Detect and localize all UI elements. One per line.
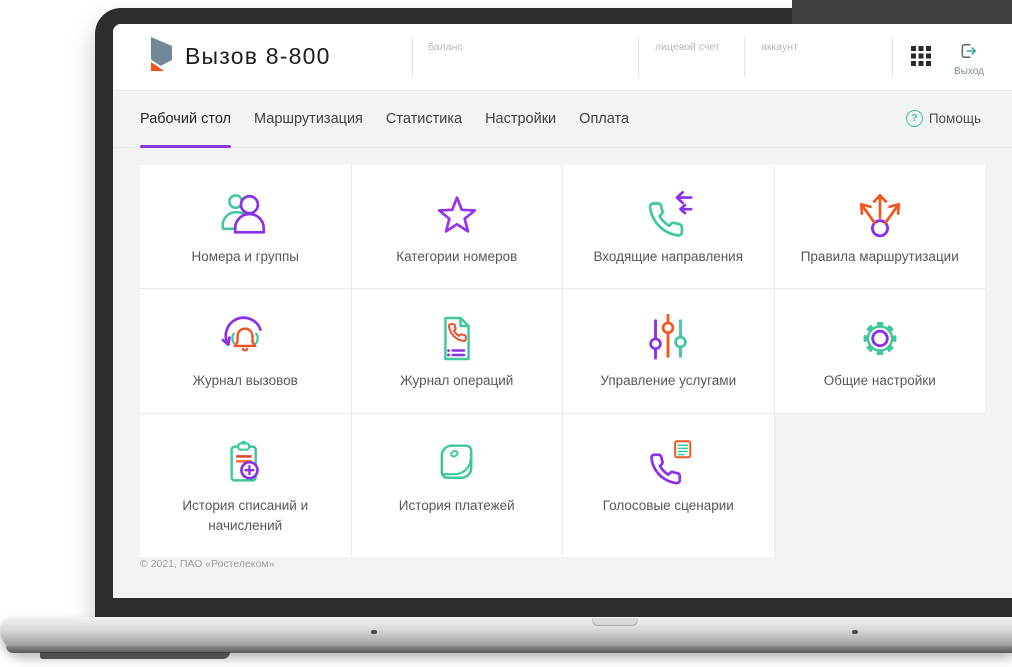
tile-voice-scenarios[interactable]: Голосовые сценарии	[563, 414, 774, 557]
tab-dashboard[interactable]: Рабочий стол	[140, 90, 232, 148]
tile-label: Категории номеров	[396, 249, 518, 264]
routing-arrows-icon	[859, 194, 900, 238]
tab-routing[interactable]: Маршрутизация	[254, 90, 363, 147]
dashboard-tile-grid: Номера и группы Категории номеров Входящ…	[140, 165, 985, 557]
tab-statistics[interactable]: Статистика	[386, 90, 462, 147]
balance-field-label: баланс	[428, 41, 463, 53]
settings-gear-icon	[863, 322, 897, 355]
tile-service-management[interactable]: Управление услугами	[563, 289, 774, 413]
users-icon	[221, 194, 266, 234]
apps-grid-icon[interactable]	[911, 46, 931, 66]
tile-label: История списаний и начислений	[182, 498, 309, 534]
help-icon: ?	[905, 110, 923, 127]
tile-empty-cell	[774, 414, 985, 557]
laptop-base-shadow	[40, 652, 230, 659]
app-title: Вызов 8-800	[185, 43, 331, 69]
laptop-lid-top	[792, 0, 1012, 25]
tile-number-categories[interactable]: Категории номеров	[351, 165, 562, 288]
header-divider	[638, 37, 639, 77]
copyright-text: © 2021, ПАО «Ростелеком»	[140, 558, 275, 570]
laptop-foot	[371, 630, 377, 634]
tile-payments-history[interactable]: История платежей	[351, 414, 562, 557]
tile-general-settings[interactable]: Общие настройки	[774, 289, 985, 413]
tile-charges-history[interactable]: История списаний и начислений	[140, 414, 351, 557]
tile-operations-log[interactable]: Журнал операций	[351, 289, 562, 413]
tile-label: Входящие направления	[593, 249, 744, 264]
tile-label: Голосовые сценарии	[602, 498, 734, 513]
app-header: Вызов 8-800 баланс лицевой счет аккаунт …	[113, 24, 1012, 91]
nav-tabs-bar: Рабочий стол Маршрутизация Статистика На…	[113, 90, 1012, 148]
operations-log-icon	[443, 316, 470, 361]
laptop-latch-notch	[592, 618, 638, 626]
logout-label: Выход	[954, 66, 984, 77]
tile-routing-rules[interactable]: Правила маршрутизации	[774, 165, 985, 288]
header-divider	[744, 37, 745, 77]
header-divider	[892, 37, 893, 77]
account-field-label: аккаунт	[761, 41, 798, 53]
tile-label: Журнал вызовов	[192, 373, 298, 388]
help-label: Помощь	[928, 111, 981, 126]
tile-label: Правила маршрутизации	[800, 249, 959, 264]
charges-history-icon	[230, 440, 260, 482]
tile-label: Управление услугами	[600, 373, 737, 388]
star-icon	[437, 196, 476, 233]
nav-tabs: Рабочий стол Маршрутизация Статистика На…	[140, 90, 629, 148]
help-link[interactable]: ? Помощь	[905, 90, 981, 147]
laptop-screen: Вызов 8-800 баланс лицевой счет аккаунт …	[113, 24, 1012, 598]
tile-label: Номера и группы	[191, 249, 299, 264]
header-divider	[412, 37, 413, 77]
laptop-foot	[852, 630, 858, 634]
tile-incoming-directions[interactable]: Входящие направления	[563, 165, 774, 288]
tile-label: Журнал операций	[400, 373, 514, 388]
account-number-field-label: лицевой счет	[655, 41, 720, 53]
payments-wallet-icon	[440, 444, 473, 479]
rostelecom-logo	[149, 37, 172, 71]
tile-call-log[interactable]: Журнал вызовов	[140, 289, 351, 413]
call-log-icon	[221, 316, 262, 352]
tile-label: Общие настройки	[823, 373, 936, 388]
tab-settings[interactable]: Настройки	[485, 90, 556, 147]
logout-button[interactable]: Выход	[949, 43, 989, 77]
sliders-icon	[649, 313, 687, 360]
tab-payment[interactable]: Оплата	[579, 90, 629, 147]
incoming-call-icon	[648, 190, 693, 237]
tile-label: История платежей	[398, 498, 515, 513]
logout-icon	[961, 43, 977, 59]
voice-scenarios-icon	[650, 440, 692, 485]
tile-numbers-and-groups[interactable]: Номера и группы	[140, 165, 351, 288]
